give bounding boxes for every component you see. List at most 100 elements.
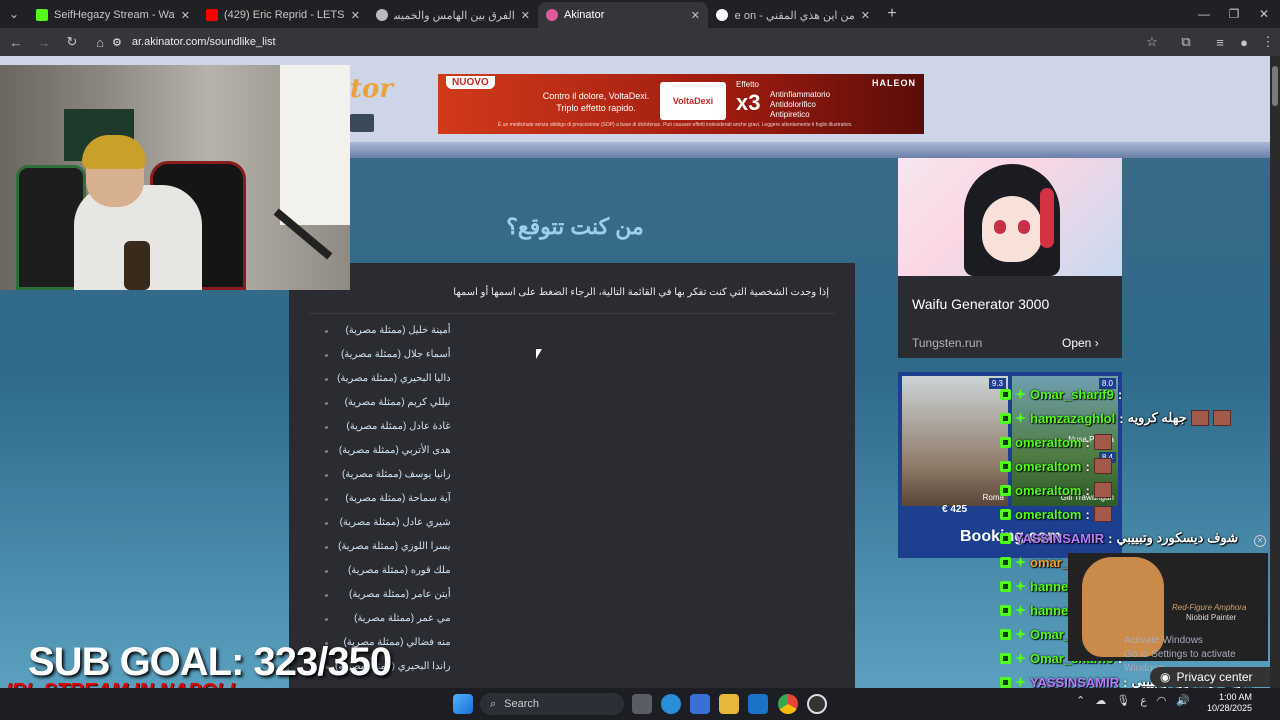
close-window-icon[interactable]: ✕: [1248, 0, 1280, 28]
close-icon[interactable]: ✕: [1254, 535, 1266, 547]
minimize-icon[interactable]: —: [1188, 0, 1220, 28]
tab-2[interactable]: (429) Eric Reprid - LETS GO [OF ✕: [198, 2, 368, 28]
mouse-cursor-icon: [536, 349, 542, 359]
chrome-icon[interactable]: [778, 694, 798, 714]
volume-icon[interactable]: 🔊: [1176, 694, 1190, 707]
browser-toolbar: ← → ↻ ⌂ ⚙ ar.akinator.com/soundlike_list…: [0, 28, 1280, 56]
bookmark-star-icon[interactable]: ☆: [1140, 30, 1164, 54]
ad-sidebar[interactable]: Waifu Generator 3000 Tungsten.run Open ›: [898, 158, 1122, 358]
kick-badge-icon: [1000, 460, 1011, 472]
close-tab-icon[interactable]: ✕: [521, 9, 530, 22]
clock[interactable]: 1:00 AM 10/28/2025: [1198, 692, 1252, 714]
close-tab-icon[interactable]: ✕: [861, 9, 870, 22]
page-title: من كنت تتوقع؟: [506, 214, 644, 239]
obs-icon[interactable]: [807, 694, 827, 714]
ad-open-button[interactable]: Open ›: [1062, 336, 1099, 350]
tab-5[interactable]: من اين هذي المقني - Google on ✕: [708, 2, 878, 28]
search-placeholder: Search: [504, 698, 540, 710]
chat-sep: :: [1119, 410, 1124, 426]
tab-4[interactable]: Akinator ✕: [538, 2, 708, 28]
list-item[interactable]: غادة عادل (ممثلة مصرية): [325, 421, 451, 445]
divider: [309, 313, 835, 314]
list-item[interactable]: مي عمر (ممثلة مصرية): [325, 613, 451, 637]
ad-headline: Contro il dolore, VoltaDexi. Triplo effe…: [542, 91, 650, 113]
list-item[interactable]: هدى الأتربي (ممثلة مصرية): [325, 445, 451, 469]
kick-badge-icon: [1000, 412, 1011, 424]
tab-search-button[interactable]: ⌄: [0, 0, 28, 28]
tab-1[interactable]: SeifHegazy Stream - Watch Live ✕: [28, 2, 198, 28]
ad-effetto: Effetto: [736, 80, 759, 89]
list-item[interactable]: يسرا اللوزي (ممثلة مصرية): [325, 541, 451, 565]
extensions-icon[interactable]: ⧉: [1174, 30, 1198, 54]
chat-user: omeraltom: [1015, 458, 1082, 474]
tab-title: الفرق بين الهامس والخميس: [394, 9, 515, 22]
chat-user: hamzazaghlol: [1030, 410, 1116, 426]
list-item[interactable]: ملك قوره (ممثلة مصرية): [325, 565, 451, 589]
wifi-icon[interactable]: ◠: [1157, 694, 1167, 707]
sub-goal-overlay: SUB GOAL: 323/350: [28, 640, 392, 684]
list-item[interactable]: أسماء جلال (ممثلة مصرية): [325, 349, 451, 373]
tab-3[interactable]: الفرق بين الهامس والخميس ✕: [368, 2, 538, 28]
privacy-icon: ◉: [1160, 670, 1171, 684]
profile-avatar[interactable]: ●: [1232, 30, 1256, 54]
list-item[interactable]: أمينة خليل (ممثلة مصرية): [325, 325, 451, 349]
ad-image: [898, 158, 1122, 276]
media-control-icon[interactable]: ≡: [1208, 30, 1232, 54]
kick-badge-icon: [1000, 652, 1011, 664]
chat-sep: :: [1085, 506, 1090, 522]
chat-user: YASSINSAMIR: [1015, 530, 1105, 546]
emote-icon: [1212, 410, 1231, 426]
privacy-center-button[interactable]: ◉ Privacy center: [1150, 667, 1270, 687]
chat-sep: :: [1117, 386, 1123, 402]
close-tab-icon[interactable]: ✕: [691, 9, 700, 22]
instructions: إذا وجدت الشخصية التي كنت تفكر بها في ال…: [453, 287, 829, 298]
menu-icon[interactable]: ⋮: [1256, 30, 1280, 54]
reload-icon[interactable]: ↻: [60, 30, 84, 54]
list-item[interactable]: نيللي كريم (ممثلة مصرية): [325, 397, 451, 421]
emote-icon: [1093, 482, 1112, 498]
ad-source: Tungsten.run: [912, 336, 983, 350]
kick-badge-icon: [1000, 388, 1011, 400]
restore-icon[interactable]: ❐: [1218, 0, 1250, 28]
emote-icon: [1190, 410, 1209, 426]
new-tab-button[interactable]: +: [878, 0, 906, 28]
list-item[interactable]: شيري عادل (ممثلة مصرية): [325, 517, 451, 541]
close-tab-icon[interactable]: ✕: [181, 9, 190, 22]
chevron-up-icon[interactable]: ⌃: [1076, 694, 1085, 707]
sparkle-badge-icon: [1015, 652, 1026, 664]
system-tray: ⌃ ☁ 🎙 ع ◠ 🔊: [1076, 694, 1190, 707]
edge-icon[interactable]: [661, 694, 681, 714]
list-item[interactable]: رانيا يوسف (ممثلة مصرية): [325, 469, 451, 493]
page-scrollbar[interactable]: [1270, 56, 1280, 688]
ad-claims: Antinfiammatorio Antidolorifico Antipire…: [770, 90, 831, 119]
kick-favicon-icon: [36, 9, 48, 21]
akinator-logo[interactable]: tor: [350, 74, 393, 104]
kick-badge-icon: [1000, 532, 1011, 544]
chat-sep: :: [1108, 530, 1113, 546]
header-button[interactable]: [350, 114, 374, 132]
forward-icon[interactable]: →: [32, 30, 56, 54]
list-item[interactable]: داليا البحيري (ممثلة مصرية): [325, 373, 451, 397]
site-info-icon[interactable]: ⚙: [112, 36, 122, 49]
sparkle-badge-icon: [1015, 412, 1026, 424]
close-tab-icon[interactable]: ✕: [351, 9, 360, 22]
start-icon[interactable]: [453, 694, 473, 714]
file-explorer-icon[interactable]: [719, 694, 739, 714]
taskbar-search[interactable]: ⌕ Search: [480, 693, 624, 715]
language-icon[interactable]: ع: [1140, 694, 1147, 707]
outlook-icon[interactable]: [748, 694, 768, 714]
webcam-overlay: [0, 65, 350, 290]
address-bar[interactable]: ⚙ ar.akinator.com/soundlike_list: [104, 30, 1160, 54]
youtube-favicon-icon: [206, 9, 218, 21]
list-item[interactable]: أيتن عامر (ممثلة مصرية): [325, 589, 451, 613]
tab-title: Akinator: [564, 9, 605, 21]
list-item[interactable]: آية سماحة (ممثلة مصرية): [325, 493, 451, 517]
mic-icon[interactable]: 🎙: [1116, 694, 1130, 707]
back-icon[interactable]: ←: [4, 30, 28, 54]
store-icon[interactable]: [690, 694, 710, 714]
amphora-artist: Niobid Painter: [1186, 613, 1237, 622]
onedrive-icon[interactable]: ☁: [1095, 694, 1106, 707]
ad-banner[interactable]: NUOVO Contro il dolore, VoltaDexi. Tripl…: [438, 74, 924, 134]
task-view-icon[interactable]: [632, 694, 652, 714]
search-icon: ⌕: [490, 697, 497, 710]
